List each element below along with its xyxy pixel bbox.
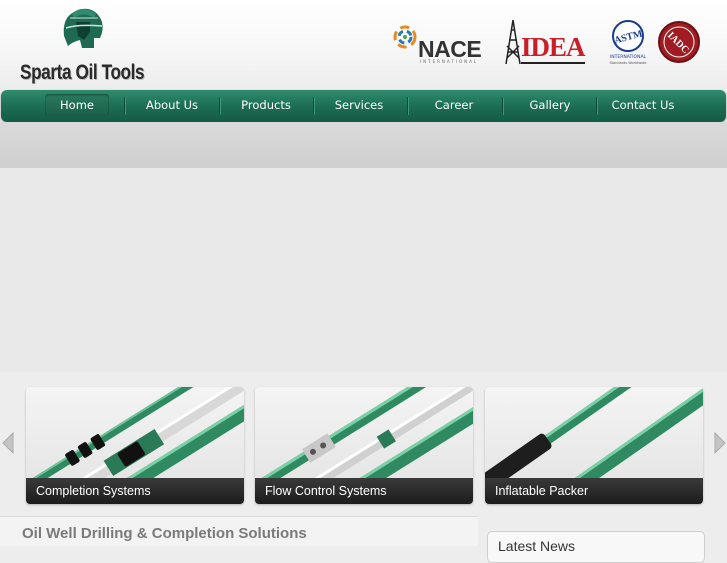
latest-news-box: Latest News <box>487 531 705 563</box>
nace-logo[interactable]: NACE INTERNATIONAL <box>390 18 488 68</box>
nav-divider <box>596 97 597 115</box>
nav-divider <box>407 97 408 115</box>
brand-name: Sparta Oil Tools <box>20 61 145 84</box>
iadc-logo[interactable]: IADC <box>656 18 702 68</box>
nav-home[interactable]: Home <box>45 94 109 116</box>
idea-name: IDEA <box>521 32 586 62</box>
nav-divider <box>219 97 220 115</box>
nav-contact-us[interactable]: Contact Us <box>601 94 685 116</box>
svg-text:INTERNATIONAL: INTERNATIONAL <box>610 54 647 60</box>
iadc-seal-icon: IADC <box>658 21 700 63</box>
sub-nav-band <box>0 122 727 168</box>
nav-career[interactable]: Career <box>414 94 494 116</box>
product-card-label: Inflatable Packer <box>485 478 703 504</box>
nav-services[interactable]: Services <box>319 94 399 116</box>
nace-sub: INTERNATIONAL <box>420 59 479 64</box>
astm-logo[interactable]: ASTM INTERNATIONAL Standards Worldwide <box>606 18 650 68</box>
product-card-label: Completion Systems <box>26 478 244 504</box>
brand-logo[interactable]: Sparta Oil Tools <box>18 6 153 86</box>
latest-news-title: Latest News <box>498 538 576 554</box>
astm-seal-icon: ASTM INTERNATIONAL Standards Worldwide <box>609 20 647 65</box>
chevron-right-icon[interactable] <box>713 432 727 454</box>
completion-tool-image <box>26 387 244 478</box>
flow-control-tool-image <box>255 387 473 478</box>
nace-swirl-icon <box>393 25 417 49</box>
nav-gallery[interactable]: Gallery <box>509 94 591 116</box>
product-card-completion-systems[interactable]: Completion Systems <box>26 387 244 504</box>
product-card-flow-control-systems[interactable]: Flow Control Systems <box>255 387 473 504</box>
nav-divider <box>502 97 503 115</box>
spartan-helmet-icon <box>63 8 103 49</box>
inflatable-packer-image <box>485 387 703 478</box>
nav-divider <box>124 97 125 115</box>
idea-underline <box>521 62 585 64</box>
nav-divider <box>313 97 314 115</box>
derrick-icon <box>505 19 521 65</box>
nav-about-us[interactable]: About Us <box>131 94 213 116</box>
site-header: Sparta Oil Tools NACE INTERNATIONAL IDEA… <box>0 0 727 90</box>
product-card-inflatable-packer[interactable]: Inflatable Packer <box>485 387 703 504</box>
main-nav: Home About Us Products Services Career G… <box>1 90 726 122</box>
hero-banner-area <box>0 168 727 372</box>
idea-logo[interactable]: IDEA <box>503 18 587 68</box>
svg-text:Standards Worldwide: Standards Worldwide <box>609 61 646 65</box>
chevron-left-icon[interactable] <box>1 432 15 454</box>
nav-products[interactable]: Products <box>226 94 306 116</box>
product-card-label: Flow Control Systems <box>255 478 473 504</box>
intro-heading: Oil Well Drilling & Completion Solutions <box>22 525 307 542</box>
